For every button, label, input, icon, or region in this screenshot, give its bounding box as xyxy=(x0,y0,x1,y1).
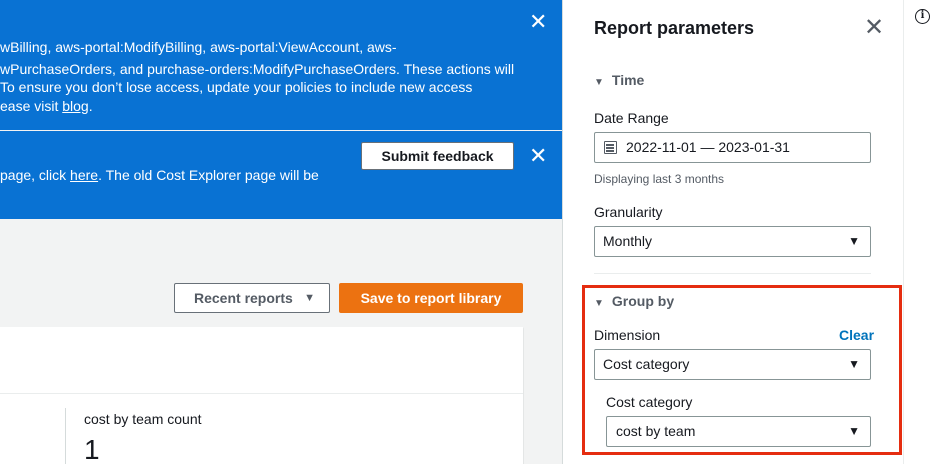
metric-value: 1 xyxy=(84,434,100,464)
card-divider xyxy=(0,393,523,394)
granularity-value: Monthly xyxy=(603,233,653,249)
flash-text-prefix: page, click xyxy=(0,167,71,183)
save-to-report-library-button[interactable]: Save to report library xyxy=(339,283,523,313)
dimension-value: Cost category xyxy=(603,356,690,372)
group-by-section-label: Group by xyxy=(611,293,675,309)
here-link[interactable]: here xyxy=(70,167,98,183)
info-icon[interactable]: i xyxy=(915,9,930,24)
caret-down-icon: ▼ xyxy=(594,298,604,309)
flash-text-line: wBilling, aws-portal:ModifyBilling, aws-… xyxy=(0,39,397,55)
dimension-label: Dimension xyxy=(594,327,661,343)
submit-feedback-button[interactable]: Submit feedback xyxy=(361,142,514,170)
info-flash-banner: wBilling, aws-portal:ModifyBilling, aws-… xyxy=(0,0,562,130)
report-card: cost by team count 1 xyxy=(0,327,523,464)
close-icon[interactable]: ✕ xyxy=(864,16,884,40)
section-divider xyxy=(594,273,871,274)
caret-down-icon: ▼ xyxy=(848,357,860,371)
calendar-icon xyxy=(604,141,617,154)
time-section-label: Time xyxy=(611,72,645,88)
recent-reports-label: Recent reports xyxy=(194,290,293,306)
cost-category-select[interactable]: cost by team ▼ xyxy=(606,416,871,447)
recent-reports-button[interactable]: Recent reports ▼ xyxy=(174,283,330,313)
report-parameters-panel: Report parameters ✕ ▼ Time Date Range 202… xyxy=(562,0,903,464)
flash-text-line: page, click here. The old Cost Explorer … xyxy=(0,164,319,186)
metric-separator xyxy=(65,408,66,464)
blog-link[interactable]: blog xyxy=(62,98,88,114)
dimension-select[interactable]: Cost category ▼ xyxy=(594,349,871,380)
flash-text-suffix: . xyxy=(88,98,93,114)
date-range-hint: Displaying last 3 months xyxy=(594,172,725,186)
group-by-section-toggle[interactable]: ▼ Group by xyxy=(594,293,674,309)
granularity-select[interactable]: Monthly ▼ xyxy=(594,226,871,257)
caret-down-icon: ▼ xyxy=(848,234,860,248)
time-section-toggle[interactable]: ▼ Time xyxy=(594,72,644,88)
flash-text-line: ease visit blog. xyxy=(0,95,93,117)
close-icon[interactable]: ✕ xyxy=(529,11,547,33)
tools-rail: i xyxy=(903,0,941,464)
cost-explorer-page: wBilling, aws-portal:ModifyBilling, aws-… xyxy=(0,0,941,464)
date-range-value: 2022-11-01 — 2023-01-31 xyxy=(626,139,790,155)
flash-text-suffix: . The old Cost Explorer page will be xyxy=(98,167,319,183)
close-icon[interactable]: ✕ xyxy=(529,145,547,167)
main-content: wBilling, aws-portal:ModifyBilling, aws-… xyxy=(0,0,562,464)
clear-link[interactable]: Clear xyxy=(839,327,874,343)
caret-down-icon: ▼ xyxy=(594,77,604,88)
date-range-label: Date Range xyxy=(594,110,669,126)
date-range-input[interactable]: 2022-11-01 — 2023-01-31 xyxy=(594,132,871,163)
caret-down-icon: ▼ xyxy=(848,424,860,438)
cost-category-label: Cost category xyxy=(606,394,693,410)
caret-down-icon: ▼ xyxy=(304,292,315,304)
flash-text-prefix: ease visit xyxy=(0,98,63,114)
panel-title: Report parameters xyxy=(594,18,755,38)
granularity-label: Granularity xyxy=(594,204,663,220)
cost-category-value: cost by team xyxy=(616,423,696,439)
metric-label: cost by team count xyxy=(84,411,202,427)
